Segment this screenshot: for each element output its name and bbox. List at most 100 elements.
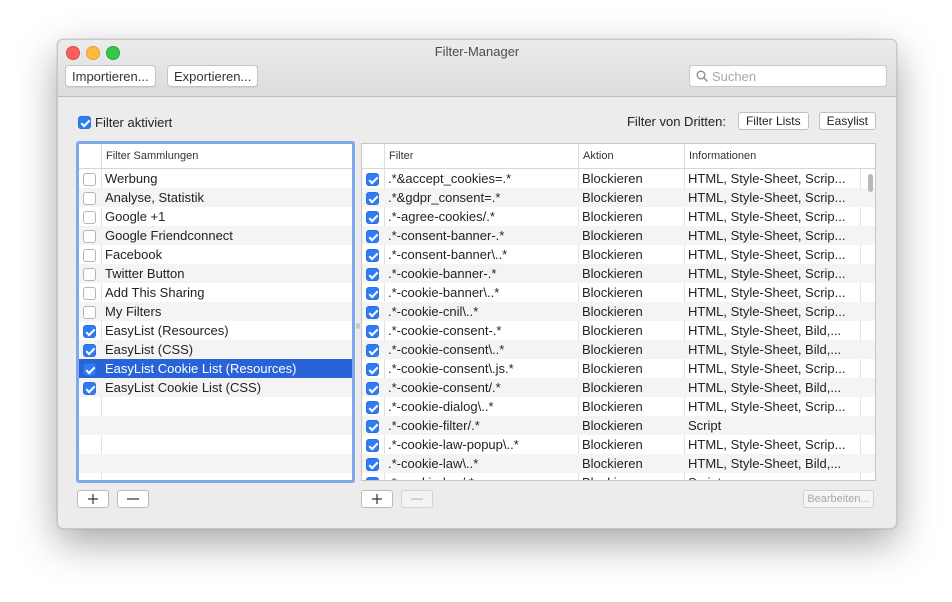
filter-checkbox[interactable] bbox=[366, 173, 379, 187]
collection-row[interactable]: Google Friendconnect bbox=[79, 226, 352, 245]
collection-row[interactable]: My Filters bbox=[79, 302, 352, 321]
filter-checkbox[interactable] bbox=[366, 401, 379, 415]
collection-row[interactable]: EasyList (Resources) bbox=[79, 321, 352, 340]
filter-row[interactable]: .*&accept_cookies=.* Blockieren HTML, Styl… bbox=[362, 169, 875, 188]
collection-checkbox[interactable] bbox=[83, 230, 96, 244]
filter-info: HTML, Style-Sheet, Bild,... bbox=[688, 323, 842, 338]
collection-row[interactable]: Add This Sharing bbox=[79, 283, 352, 302]
collection-checkbox[interactable] bbox=[83, 287, 96, 301]
split-view-handle[interactable] bbox=[356, 323, 360, 329]
edit-button[interactable]: Bearbeiten... bbox=[803, 490, 874, 508]
filter-checkbox[interactable] bbox=[366, 306, 379, 320]
filter-checkbox[interactable] bbox=[366, 249, 379, 263]
collection-label: Google +1 bbox=[105, 209, 166, 224]
collection-checkbox[interactable] bbox=[83, 268, 96, 282]
collection-checkbox[interactable] bbox=[83, 192, 96, 206]
collection-label: EasyList Cookie List (Resources) bbox=[105, 361, 297, 376]
filter-row[interactable]: .*-cookie-filter/.* Blockieren Script bbox=[362, 416, 875, 435]
filter-row[interactable]: .*-cookie-law\..* Blockieren HTML, Style-S… bbox=[362, 454, 875, 473]
filter-manager-window: Filter-Manager Importieren... Exportiere… bbox=[57, 39, 897, 529]
import-button[interactable]: Importieren... bbox=[65, 65, 156, 87]
empty-row bbox=[79, 416, 352, 435]
filter-checkbox[interactable] bbox=[366, 420, 379, 434]
search-field[interactable] bbox=[689, 65, 887, 87]
collection-row[interactable]: EasyList Cookie List (Resources) bbox=[79, 359, 352, 378]
filter-row[interactable]: .*-cookie-consent/.* Blockieren HTML, Styl… bbox=[362, 378, 875, 397]
filter-info: Script bbox=[688, 418, 722, 433]
filter-collections-table[interactable]: Filter Sammlungen Werbung Analyse, Statis… bbox=[76, 141, 355, 483]
filter-row[interactable]: .*-consent-banner-.* Blockieren HTML, Styl… bbox=[362, 226, 875, 245]
filter-checkbox[interactable] bbox=[366, 325, 379, 339]
collection-checkbox[interactable] bbox=[83, 325, 96, 339]
filter-enabled-label: Filter aktiviert bbox=[95, 115, 173, 130]
filter-row[interactable]: .*-cookie-consent\.js.* Blockieren HTML, S… bbox=[362, 359, 875, 378]
filter-info: HTML, Style-Sheet, Scrip... bbox=[688, 228, 846, 243]
filters-check-column[interactable] bbox=[362, 144, 384, 168]
filter-info: HTML, Style-Sheet, Scrip... bbox=[688, 190, 846, 205]
collection-checkbox[interactable] bbox=[83, 363, 96, 377]
filter-checkbox[interactable] bbox=[366, 363, 379, 377]
add-filter-button[interactable] bbox=[361, 490, 393, 508]
filter-pattern: .*-cookie-consent-.* bbox=[388, 323, 502, 338]
filters-table[interactable]: Filter Aktion Informationen .*&accept_co… bbox=[361, 143, 876, 481]
filter-column-header[interactable]: Filter bbox=[384, 144, 578, 168]
filter-checkbox[interactable] bbox=[366, 287, 379, 301]
add-collection-button[interactable] bbox=[77, 490, 109, 508]
collection-row[interactable]: EasyList Cookie List (CSS) bbox=[79, 378, 352, 397]
collection-checkbox[interactable] bbox=[83, 382, 96, 396]
filter-checkbox[interactable] bbox=[366, 192, 379, 206]
filter-pattern: .*-cookie-filter/.* bbox=[388, 418, 480, 433]
filter-lists-button[interactable]: Filter Lists bbox=[737, 112, 809, 130]
filter-row[interactable]: .*-agree-cookies/.* Blockieren HTML, Style… bbox=[362, 207, 875, 226]
filter-checkbox[interactable] bbox=[366, 230, 379, 244]
collection-row[interactable]: EasyList (CSS) bbox=[79, 340, 352, 359]
filter-checkbox[interactable] bbox=[366, 211, 379, 225]
filter-row[interactable]: .*-cookie-banner-.* Blockieren HTML, Style… bbox=[362, 264, 875, 283]
filter-checkbox[interactable] bbox=[366, 344, 379, 358]
filter-row[interactable]: .*-cookie-law-popup\..* Blockieren HTML, S… bbox=[362, 435, 875, 454]
collection-checkbox[interactable] bbox=[83, 249, 96, 263]
collection-row[interactable]: Werbung bbox=[79, 169, 352, 188]
collection-checkbox[interactable] bbox=[83, 344, 96, 358]
collections-check-column[interactable] bbox=[79, 144, 101, 168]
easylist-button[interactable]: Easylist bbox=[818, 112, 876, 130]
collection-checkbox[interactable] bbox=[83, 306, 96, 320]
collection-row[interactable]: Twitter Button bbox=[79, 264, 352, 283]
filter-pattern: .*-cookie-consent\.js.* bbox=[388, 361, 514, 376]
collection-checkbox[interactable] bbox=[83, 173, 96, 187]
filter-checkbox[interactable] bbox=[366, 439, 379, 453]
filter-pattern: .*-consent-banner\..* bbox=[388, 247, 508, 262]
search-input[interactable] bbox=[712, 68, 880, 84]
filter-pattern: .*-consent-banner-.* bbox=[388, 228, 505, 243]
remove-collection-button[interactable] bbox=[117, 490, 149, 508]
filter-enabled-checkbox[interactable] bbox=[78, 116, 91, 130]
filter-row[interactable]: .*-cookie-cnil\..* Blockieren HTML, Style-… bbox=[362, 302, 875, 321]
filters-scrollbar[interactable] bbox=[868, 174, 873, 192]
filter-row[interactable]: .*-cookie-banner\..* Blockieren HTML, Styl… bbox=[362, 283, 875, 302]
export-button[interactable]: Exportieren... bbox=[167, 65, 259, 87]
filter-row[interactable]: .*&gdpr_consent=.* Blockieren HTML, Style-… bbox=[362, 188, 875, 207]
filter-checkbox[interactable] bbox=[366, 382, 379, 396]
collection-checkbox[interactable] bbox=[83, 211, 96, 225]
info-column-header[interactable]: Informationen bbox=[684, 144, 860, 168]
action-column-header[interactable]: Aktion bbox=[578, 144, 684, 168]
filter-checkbox[interactable] bbox=[366, 268, 379, 282]
filter-checkbox[interactable] bbox=[366, 477, 379, 480]
remove-filter-button[interactable] bbox=[401, 490, 433, 508]
filter-row[interactable]: .*-cookie-bar/.* Blockieren Script bbox=[362, 473, 875, 480]
filter-row[interactable]: .*-cookie-dialog\..* Blockieren HTML, Styl… bbox=[362, 397, 875, 416]
collection-row[interactable]: Analyse, Statistik bbox=[79, 188, 352, 207]
filter-row[interactable]: .*-consent-banner\..* Blockieren HTML, Sty… bbox=[362, 245, 875, 264]
filter-enabled-toggle[interactable]: Filter aktiviert bbox=[78, 115, 172, 130]
filter-info: HTML, Style-Sheet, Scrip... bbox=[688, 361, 846, 376]
filter-action: Blockieren bbox=[582, 266, 643, 281]
filter-row[interactable]: .*-cookie-consent\..* Blockieren HTML, Sty… bbox=[362, 340, 875, 359]
collections-name-column[interactable]: Filter Sammlungen bbox=[101, 144, 352, 168]
filter-action: Blockieren bbox=[582, 473, 682, 480]
filter-row[interactable]: .*-cookie-consent-.* Blockieren HTML, Styl… bbox=[362, 321, 875, 340]
filter-checkbox[interactable] bbox=[366, 458, 379, 472]
collection-row[interactable]: Google +1 bbox=[79, 207, 352, 226]
collection-row[interactable]: Facebook bbox=[79, 245, 352, 264]
collections-header: Filter Sammlungen bbox=[79, 144, 352, 169]
minus-icon bbox=[127, 498, 139, 500]
